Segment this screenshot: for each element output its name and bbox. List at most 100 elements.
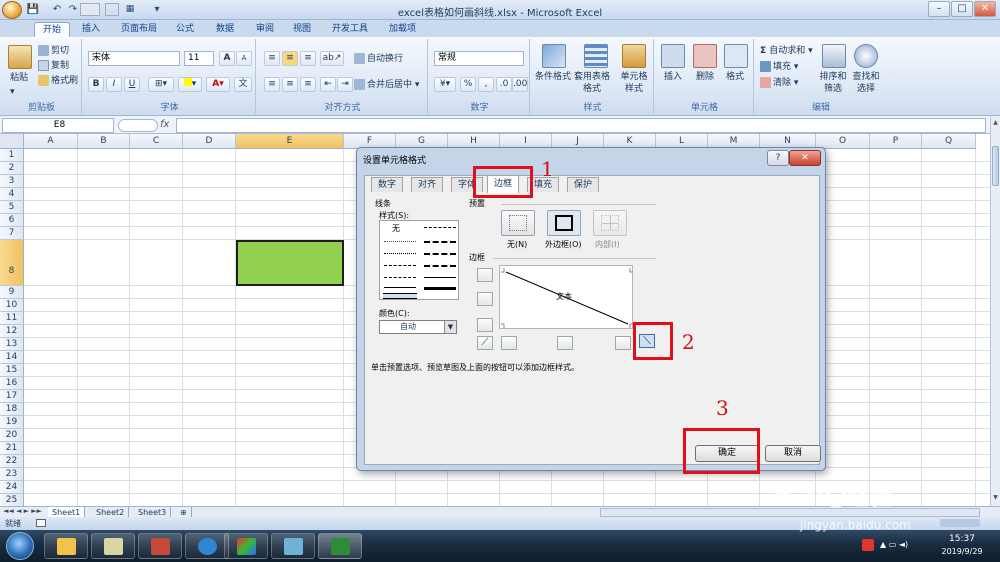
formula-input[interactable]	[176, 118, 986, 133]
tab-formulas[interactable]: 公式	[168, 22, 202, 37]
dialog-tab-number[interactable]: 数字	[371, 177, 404, 192]
line-style-medium-dash[interactable]	[424, 253, 456, 255]
dialog-tab-alignment[interactable]: 对齐	[411, 177, 444, 192]
tab-developer[interactable]: 开发工具	[324, 22, 376, 37]
diag-up-button[interactable]: ⟋	[477, 336, 493, 350]
find-select-button[interactable]: 查找和选择	[850, 71, 882, 95]
row-header-11[interactable]: 11	[0, 312, 24, 325]
tray-icons[interactable]: ▲ ▭ ◄)	[880, 540, 908, 549]
italic-button[interactable]: I	[106, 77, 122, 92]
align-bottom-button[interactable]: ≡	[300, 51, 316, 66]
taskbar-app-5[interactable]	[224, 533, 268, 559]
line-style-hair[interactable]	[384, 241, 416, 242]
paste-icon[interactable]	[8, 45, 32, 69]
row-header-16[interactable]: 16	[0, 377, 24, 390]
row-header-23[interactable]: 23	[0, 468, 24, 481]
tab-view[interactable]: 视图	[285, 22, 319, 37]
row-header-4[interactable]: 4	[0, 188, 24, 201]
row-header-1[interactable]: 1	[0, 149, 24, 162]
line-style-dashdot[interactable]	[424, 227, 456, 228]
zoom-slider[interactable]	[940, 519, 980, 527]
tab-home[interactable]: 开始	[34, 22, 71, 37]
taskbar-app-6[interactable]	[271, 533, 315, 559]
row-header-2[interactable]: 2	[0, 162, 24, 175]
cut-button[interactable]: 剪切	[38, 45, 69, 57]
taskbar-excel[interactable]	[318, 533, 362, 559]
font-color-button[interactable]: A▾	[206, 77, 230, 92]
column-header-O[interactable]: O	[816, 134, 870, 149]
taskbar-app-2[interactable]	[91, 533, 135, 559]
row-header-21[interactable]: 21	[0, 442, 24, 455]
delete-cell-button[interactable]: 删除	[696, 71, 714, 83]
start-button[interactable]	[6, 532, 34, 560]
number-format-select[interactable]: 常规	[434, 51, 524, 66]
border-preview[interactable]: 文本	[499, 265, 633, 329]
column-header-C[interactable]: C	[130, 134, 183, 149]
taskbar-app-4[interactable]	[185, 533, 229, 559]
merge-center-button[interactable]: 合并后居中 ▾	[354, 79, 419, 91]
taskbar-app-1[interactable]	[44, 533, 88, 559]
orientation-button[interactable]: ab↗	[320, 51, 344, 66]
row-header-15[interactable]: 15	[0, 364, 24, 377]
border-left-button[interactable]	[501, 336, 517, 350]
align-right-button[interactable]: ≡	[300, 77, 316, 92]
sort-filter-button[interactable]: 排序和筛选	[818, 71, 848, 95]
border-middle-v-button[interactable]	[557, 336, 573, 350]
taskbar-app-3[interactable]	[138, 533, 182, 559]
color-dropdown-icon[interactable]: ▼	[444, 321, 456, 333]
row-header-7[interactable]: 7	[0, 227, 24, 240]
font-size-select[interactable]: 11	[184, 51, 214, 66]
tab-review[interactable]: 审阅	[248, 22, 282, 37]
percent-button[interactable]: %	[460, 77, 476, 92]
line-style-dashed[interactable]	[384, 277, 416, 278]
bold-button[interactable]: B	[88, 77, 104, 92]
clear-button[interactable]: 清除 ▾	[760, 77, 798, 89]
grow-font-button[interactable]: A	[219, 51, 235, 66]
row-header-8[interactable]: 8	[0, 240, 24, 286]
border-button[interactable]: ⊞▾	[148, 77, 174, 92]
cancel-button[interactable]: 取消	[765, 445, 821, 462]
sheet-nav-icon[interactable]: ◄◄ ◄ ► ►►	[3, 507, 42, 515]
table-format-button[interactable]: 套用表格格式	[574, 71, 610, 95]
tab-page-layout[interactable]: 页面布局	[113, 22, 165, 37]
name-box[interactable]: E8	[2, 118, 114, 133]
row-header-22[interactable]: 22	[0, 455, 24, 468]
column-header-D[interactable]: D	[183, 134, 236, 149]
row-header-18[interactable]: 18	[0, 403, 24, 416]
indent-decrease-button[interactable]: ⇤	[320, 77, 336, 92]
copy-button[interactable]: 复制	[38, 60, 69, 72]
row-header-25[interactable]: 25	[0, 494, 24, 506]
select-all-corner[interactable]	[0, 134, 24, 149]
autosum-button[interactable]: Σ 自动求和 ▾	[760, 45, 813, 57]
insert-cell-button[interactable]: 插入	[664, 71, 682, 83]
font-name-select[interactable]: 宋体	[88, 51, 180, 66]
row-header-9[interactable]: 9	[0, 286, 24, 299]
row-header-14[interactable]: 14	[0, 351, 24, 364]
fill-color-button[interactable]: ▾	[178, 77, 202, 92]
tab-data[interactable]: 数据	[208, 22, 242, 37]
scroll-up-icon[interactable]: ▲	[991, 119, 1000, 128]
dialog-tab-protection[interactable]: 保护	[567, 177, 600, 192]
maximize-button[interactable]: □	[951, 1, 973, 17]
decrease-decimal-button[interactable]: .00	[512, 77, 528, 92]
shrink-font-button[interactable]: A	[236, 51, 252, 66]
wrap-text-button[interactable]: 自动换行	[354, 53, 403, 65]
macro-record-icon[interactable]	[36, 519, 46, 527]
tab-addins[interactable]: 加载项	[381, 22, 424, 37]
align-left-button[interactable]: ≡	[264, 77, 280, 92]
preset-none-button[interactable]	[501, 210, 535, 236]
line-style-thin2[interactable]	[384, 287, 416, 288]
row-header-20[interactable]: 20	[0, 429, 24, 442]
row-header-5[interactable]: 5	[0, 201, 24, 214]
column-header-B[interactable]: B	[78, 134, 130, 149]
line-style-dashdotdot[interactable]	[384, 265, 416, 266]
align-center-button[interactable]: ≡	[282, 77, 298, 92]
line-style-slant[interactable]	[424, 265, 456, 267]
border-top-button[interactable]	[477, 268, 493, 282]
row-header-6[interactable]: 6	[0, 214, 24, 227]
phonetic-button[interactable]: 文	[234, 77, 252, 92]
underline-button[interactable]: U	[124, 77, 140, 92]
selected-cell-E8[interactable]	[236, 240, 344, 286]
ime-icon[interactable]	[862, 539, 874, 551]
line-style-double-selected[interactable]	[383, 293, 417, 299]
